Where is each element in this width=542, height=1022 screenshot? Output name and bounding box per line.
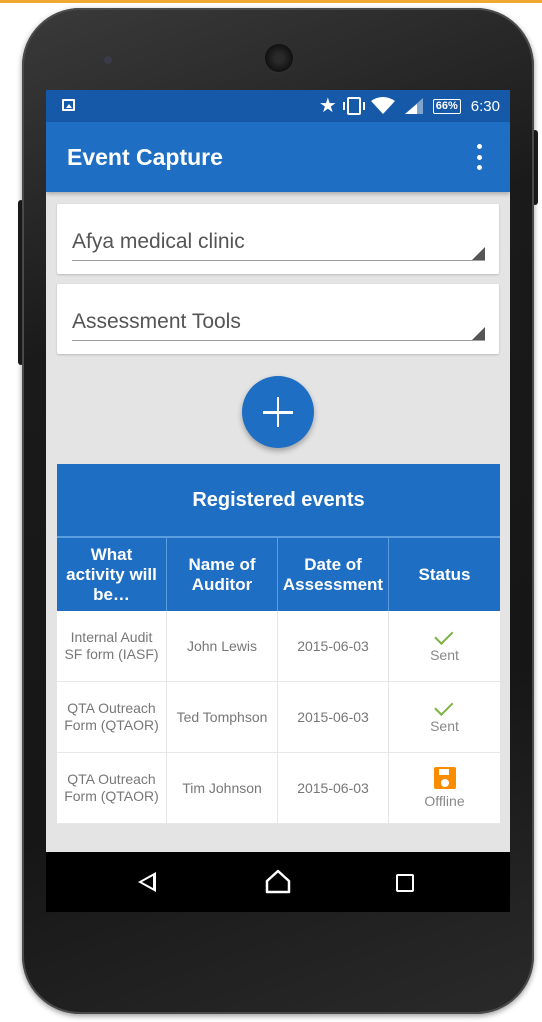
image-notification-icon xyxy=(62,99,75,111)
app-title: Event Capture xyxy=(67,144,223,170)
status-label: Sent xyxy=(430,717,459,734)
overflow-menu-icon[interactable] xyxy=(476,144,482,170)
registered-events-table: Registered events What activity will be…… xyxy=(57,464,500,824)
status-cell: Sent xyxy=(389,611,500,681)
front-sensor xyxy=(104,56,112,64)
org-unit-spinner[interactable]: Afya medical clinic xyxy=(57,204,499,274)
column-header-auditor[interactable]: Name of Auditor xyxy=(167,538,278,611)
table-header: What activity will be… Name of Auditor D… xyxy=(57,536,500,611)
phone-chin xyxy=(46,912,510,992)
save-icon xyxy=(433,766,456,789)
column-header-status[interactable]: Status xyxy=(389,538,500,611)
app-bar: Event Capture xyxy=(46,122,510,192)
table-row[interactable]: QTA Outreach Form (QTAOR) Ted Tomphson 2… xyxy=(57,682,500,753)
navigation-bar xyxy=(46,852,510,912)
back-icon[interactable] xyxy=(138,872,156,892)
activity-cell: QTA Outreach Form (QTAOR) xyxy=(57,682,167,752)
date-cell: 2015-06-03 xyxy=(278,611,389,681)
activity-cell: QTA Outreach Form (QTAOR) xyxy=(57,753,167,823)
auditor-cell: Tim Johnson xyxy=(167,753,278,823)
spinner-underline xyxy=(72,340,485,341)
front-camera xyxy=(265,44,293,72)
program-spinner[interactable]: Assessment Tools xyxy=(57,284,499,354)
program-value: Assessment Tools xyxy=(72,310,241,333)
table-title: Registered events xyxy=(57,464,500,536)
recent-apps-icon[interactable] xyxy=(396,874,414,892)
star-icon: ★ xyxy=(318,95,337,117)
home-icon[interactable] xyxy=(265,868,291,894)
auditor-cell: John Lewis xyxy=(167,611,278,681)
dropdown-arrow-icon xyxy=(472,247,485,260)
spinner-underline xyxy=(72,260,485,261)
date-cell: 2015-06-03 xyxy=(278,753,389,823)
check-icon xyxy=(434,700,456,714)
add-event-button[interactable] xyxy=(242,376,314,448)
phone-screen: ★ 66% 6:30 Event Capture Afya medical cl… xyxy=(46,90,510,912)
org-unit-value: Afya medical clinic xyxy=(72,230,245,253)
battery-indicator: 66% xyxy=(432,98,461,114)
date-cell: 2015-06-03 xyxy=(278,682,389,752)
table-row[interactable]: Internal Audit SF form (IASF) John Lewis… xyxy=(57,611,500,682)
vibrate-icon xyxy=(342,97,365,115)
table-row[interactable]: QTA Outreach Form (QTAOR) Tim Johnson 20… xyxy=(57,753,500,824)
status-bar: ★ 66% 6:30 xyxy=(46,90,510,122)
clock: 6:30 xyxy=(470,97,500,115)
status-label: Offline xyxy=(424,792,465,809)
auditor-cell: Ted Tomphson xyxy=(167,682,278,752)
signal-icon xyxy=(404,98,423,114)
check-icon xyxy=(434,629,456,643)
column-header-activity[interactable]: What activity will be… xyxy=(57,538,167,611)
status-cell: Offline xyxy=(389,753,500,823)
column-header-date[interactable]: Date of Assessment xyxy=(278,538,389,611)
wifi-icon xyxy=(370,97,395,114)
status-label: Sent xyxy=(430,646,459,663)
status-cell: Sent xyxy=(389,682,500,752)
activity-cell: Internal Audit SF form (IASF) xyxy=(57,611,167,681)
dropdown-arrow-icon xyxy=(472,327,485,340)
top-accent-line xyxy=(0,0,542,3)
